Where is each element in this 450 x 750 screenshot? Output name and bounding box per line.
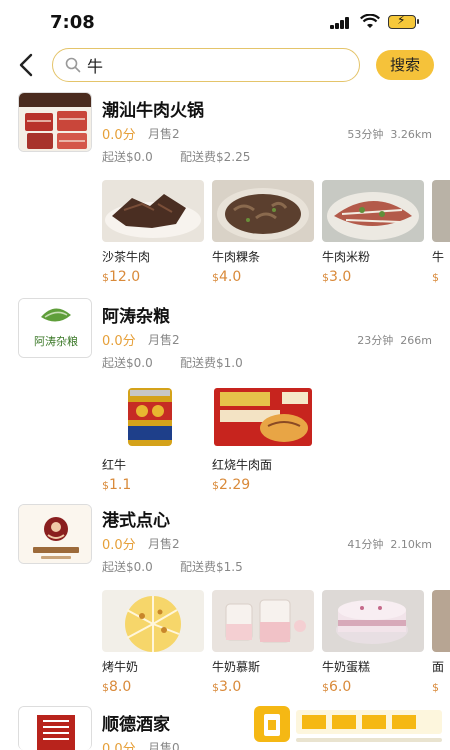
product-image [432, 590, 450, 652]
product-name: 沙茶牛肉 [102, 250, 151, 264]
shop-monthly-sales: 月售2 [148, 127, 180, 141]
shop-time: 41分钟 [347, 538, 384, 551]
wifi-icon [360, 14, 380, 28]
product-item[interactable]: 烤牛奶 $8.0 [102, 590, 204, 695]
shop-distance-value: 2.10km [390, 538, 432, 551]
shop-distance-value: 266m [400, 334, 432, 347]
product-name: 牛肉米粉 [322, 250, 371, 264]
shop-logo [18, 92, 92, 152]
shop-monthly-sales: 月售0 [148, 741, 180, 750]
status-time: 7:08 [50, 12, 95, 33]
product-price: $ [432, 681, 439, 694]
product-price: $4.0 [212, 269, 242, 285]
signal-icon [330, 17, 352, 29]
shop-rating: 0.0分 [102, 742, 136, 750]
shop-card[interactable]: 阿涛杂粮 阿涛杂粮 0.0分 月售2 23分钟 266m 起送$0.0 配送费$… [0, 298, 450, 498]
shop-logo [18, 706, 92, 750]
svg-text:阿涛杂粮: 阿涛杂粮 [34, 334, 78, 348]
product-name: 烤牛奶 [102, 660, 139, 674]
product-item[interactable]: 牛 $ [432, 180, 450, 285]
shop-monthly-sales: 月售2 [148, 333, 180, 347]
product-item[interactable]: 红烧牛肉面 $2.29 [212, 384, 314, 493]
product-image [102, 590, 204, 652]
product-image [212, 180, 314, 242]
watermark-logo [252, 702, 444, 746]
product-price: $8.0 [102, 679, 132, 695]
shop-name: 阿涛杂粮 [102, 307, 170, 327]
product-image [212, 384, 314, 450]
shop-min-order: 起送$0.0 [102, 150, 153, 164]
search-button[interactable]: 搜索 [376, 50, 434, 80]
shop-name: 港式点心 [102, 511, 170, 531]
product-name: 牛肉粿条 [212, 250, 261, 264]
shop-distance: 53分钟 3.26km [347, 126, 432, 142]
product-price: $6.0 [322, 679, 352, 695]
product-name: 牛奶慕斯 [212, 660, 261, 674]
product-name: 面 [432, 660, 445, 674]
product-image [212, 590, 314, 652]
shop-min-order: 起送$0.0 [102, 560, 153, 574]
shop-rating: 0.0分 [102, 334, 136, 349]
product-item[interactable]: 红牛 $1.1 [102, 384, 204, 493]
product-price: $12.0 [102, 269, 141, 285]
shop-delivery-fee: 配送费$1.5 [180, 560, 243, 574]
shop-name: 顺德酒家 [102, 715, 170, 735]
product-image [102, 180, 204, 242]
shop-monthly-sales: 月售2 [148, 537, 180, 551]
shop-rating: 0.0分 [102, 538, 136, 553]
product-price: $1.1 [102, 477, 132, 493]
product-price: $3.0 [212, 679, 242, 695]
shop-logo: 阿涛杂粮 [18, 298, 92, 358]
search-icon [65, 57, 81, 73]
search-box[interactable] [52, 48, 360, 82]
shop-card[interactable]: 潮汕牛肉火锅 0.0分 月售2 53分钟 3.26km 起送$0.0 配送费$2… [0, 92, 450, 292]
product-image [322, 180, 424, 242]
shop-min-order: 起送$0.0 [102, 356, 153, 370]
product-image [102, 384, 204, 450]
back-arrow-icon[interactable] [14, 52, 40, 78]
product-image [322, 590, 424, 652]
product-item[interactable]: 牛肉粿条 $4.0 [212, 180, 314, 285]
battery-icon: ⚡ [388, 13, 419, 29]
shop-distance: 23分钟 266m [357, 332, 432, 348]
product-item[interactable]: 面 $ [432, 590, 450, 695]
product-item[interactable]: 牛奶蛋糕 $6.0 [322, 590, 424, 695]
shop-time: 23分钟 [357, 334, 394, 347]
shop-delivery-fee: 配送费$1.0 [180, 356, 243, 370]
shop-name: 潮汕牛肉火锅 [102, 101, 204, 121]
product-price: $3.0 [322, 269, 352, 285]
product-item[interactable]: 牛肉米粉 $3.0 [322, 180, 424, 285]
product-name: 牛奶蛋糕 [322, 660, 371, 674]
shop-delivery-fee: 配送费$2.25 [180, 150, 251, 164]
status-bar: 7:08 ⚡ [0, 0, 450, 44]
product-item[interactable]: 牛奶慕斯 $3.0 [212, 590, 314, 695]
search-input[interactable] [87, 53, 347, 77]
shop-logo [18, 504, 92, 564]
product-name: 牛 [432, 250, 445, 264]
product-name: 红牛 [102, 458, 127, 472]
product-name: 红烧牛肉面 [212, 458, 273, 472]
product-price: $2.29 [212, 477, 251, 493]
product-price: $ [432, 271, 439, 284]
product-image [432, 180, 450, 242]
shop-rating: 0.0分 [102, 128, 136, 143]
shop-card[interactable]: 港式点心 0.0分 月售2 41分钟 2.10km 起送$0.0 配送费$1.5… [0, 504, 450, 704]
shop-distance-value: 3.26km [390, 128, 432, 141]
product-item[interactable]: 沙茶牛肉 $12.0 [102, 180, 204, 285]
shop-time: 53分钟 [347, 128, 384, 141]
shop-distance: 41分钟 2.10km [347, 536, 432, 552]
